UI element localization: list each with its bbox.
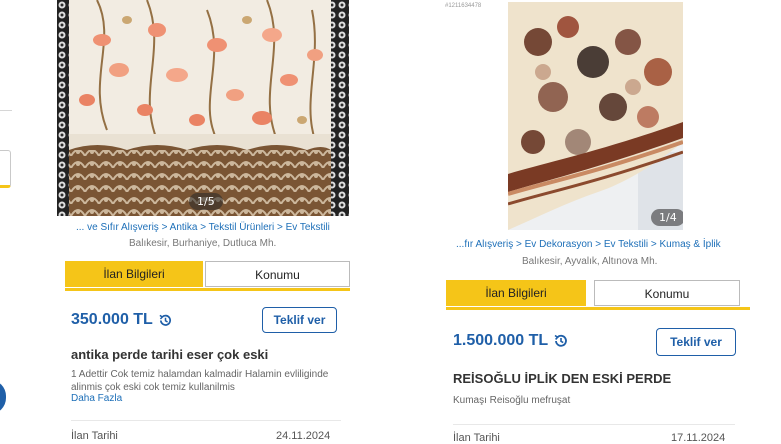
price-row: 1.500.000 TL xyxy=(453,332,569,350)
listing-date-value: 24.11.2024 xyxy=(276,430,331,442)
listing-tabs: İlan Bilgileri Konumu xyxy=(446,280,750,310)
category-breadcrumb[interactable]: ... ve Sıfır Alışveriş > Antika > Teksti… xyxy=(76,222,330,233)
listing-description: Kumaşı Reisoğlu mefruşat xyxy=(453,395,571,406)
price: 350.000 TL xyxy=(71,311,153,328)
location-text: Balıkesir, Ayvalık, Altınova Mh. xyxy=(522,256,658,267)
tab-konumu[interactable]: Konumu xyxy=(205,261,350,287)
tab-ilan-bilgileri[interactable]: İlan Bilgileri xyxy=(446,280,586,306)
tab-konumu[interactable]: Konumu xyxy=(594,280,740,306)
image-counter: 1/4 xyxy=(651,209,683,226)
curtain-image xyxy=(508,2,683,230)
listing-photo[interactable]: 1/4 xyxy=(508,2,683,230)
listing-title: antika perde tarihi eser çok eski xyxy=(71,347,269,362)
image-counter: 1/5 xyxy=(189,193,223,210)
more-link[interactable]: Daha Fazla xyxy=(71,393,122,404)
listing-id: #1211634478 xyxy=(445,3,482,9)
price-row: 350.000 TL xyxy=(71,311,173,329)
left-edge-divider xyxy=(0,110,12,111)
listing-date-label: İlan Tarihi xyxy=(453,432,500,444)
left-edge-partial-button[interactable] xyxy=(0,380,6,414)
divider xyxy=(453,424,735,425)
listing-date-value: 17.11.2024 xyxy=(671,432,726,444)
divider xyxy=(71,420,341,421)
category-breadcrumb[interactable]: ...fır Alışveriş > Ev Dekorasyon > Ev Te… xyxy=(456,239,721,250)
offer-button[interactable]: Teklif ver xyxy=(656,328,736,356)
price-history-icon[interactable] xyxy=(158,313,173,328)
tab-ilan-bilgileri[interactable]: İlan Bilgileri xyxy=(65,261,203,287)
listing-title: REİSOĞLU İPLİK DEN ESKİ PERDE xyxy=(453,371,672,386)
offer-button[interactable]: Teklif ver xyxy=(262,307,337,333)
price: 1.500.000 TL xyxy=(453,332,549,349)
left-edge-partial-field[interactable] xyxy=(0,150,11,188)
listing-description: 1 Adettir Cok temiz halamdan kalmadir Ha… xyxy=(71,369,329,393)
listing-card-1: 1/5 ... ve Sıfır Alışveriş > Antika > Te… xyxy=(57,0,360,442)
listing-date-label: İlan Tarihi xyxy=(71,430,118,442)
listing-tabs: İlan Bilgileri Konumu xyxy=(65,261,350,291)
tab-underline xyxy=(65,288,350,291)
tab-underline xyxy=(446,307,750,310)
price-history-icon[interactable] xyxy=(553,333,569,349)
curtain-image xyxy=(57,0,349,216)
listing-card-2: #1211634478 1/4 ...fır Alışveriş > Ev De… xyxy=(438,0,750,444)
location-text: Balıkesir, Burhaniye, Dutluca Mh. xyxy=(129,238,277,249)
listing-photo[interactable]: 1/5 xyxy=(57,0,349,216)
